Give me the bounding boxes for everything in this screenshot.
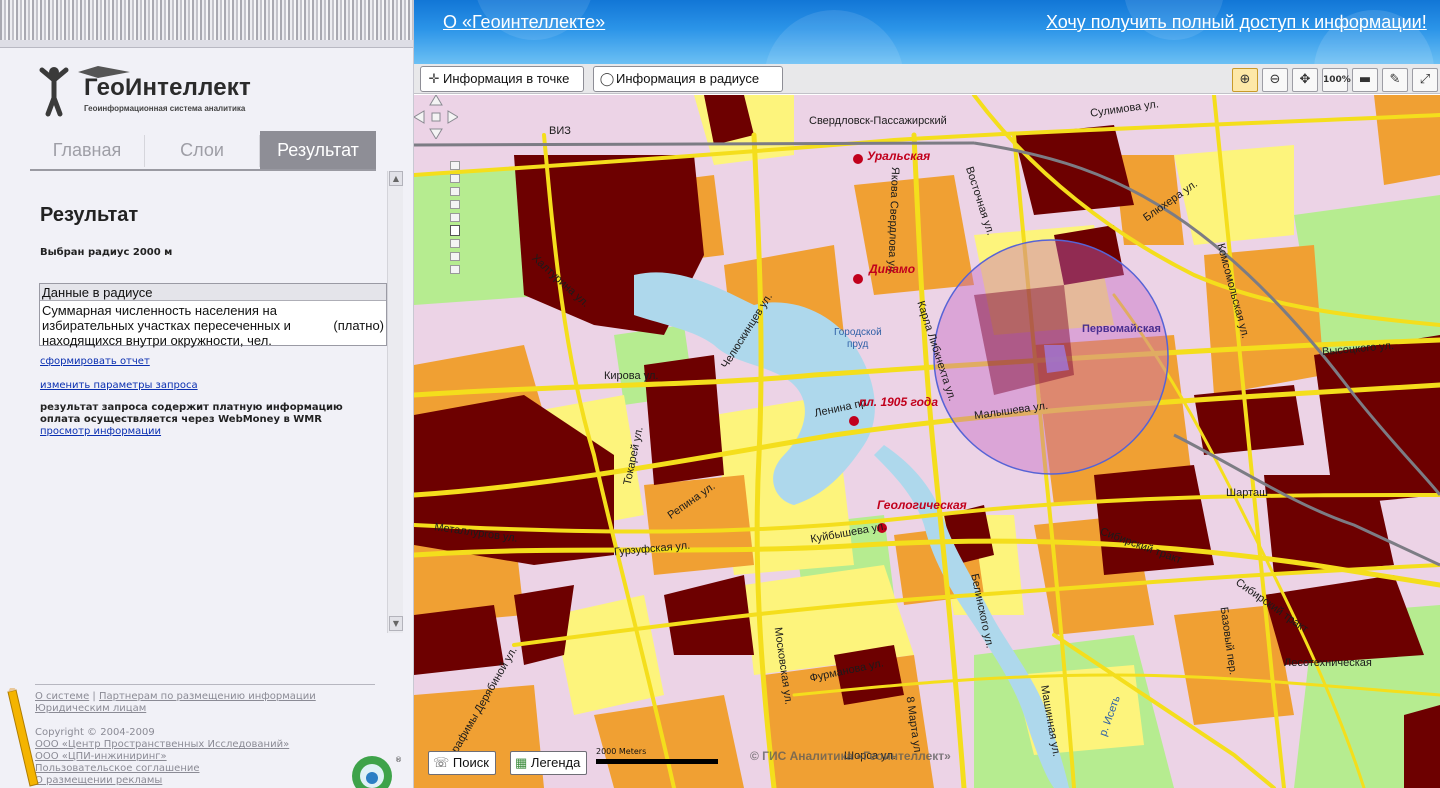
full-access-link[interactable]: Хочу получить полный доступ к информации… [1046,12,1427,33]
zoom-level[interactable] [450,200,460,209]
map-toolbar: ✛ Информация в точке ◯ Информация в радиус… [414,64,1440,94]
legend-button[interactable]: ▦ Легенда [510,751,588,775]
logo-figure-icon [39,67,69,117]
change-params-link[interactable]: изменить параметры запроса [40,380,198,391]
zoom-level[interactable] [450,252,460,261]
zoom-slider[interactable] [449,161,461,279]
point-info-label: Информация в точке [443,71,570,86]
logo-tagline: Геоинформационная система аналитика [84,104,246,113]
pan-left-icon[interactable] [414,110,425,124]
app-root: ГеоИнтеллект Геоинформационная система а… [0,0,1440,788]
pan-control[interactable] [414,95,458,139]
metro-geologicheskaya-icon [877,523,887,533]
legend-button-label: Легенда [530,755,581,770]
map-copyright: © ГИС Аналитика «Геоинтеллект» [750,749,951,763]
zoom-level[interactable] [450,239,460,248]
partners-link[interactable]: Партнерам по размещению информации [99,691,316,702]
paid-notice-line-1: результат запроса содержит платную инфор… [40,402,343,413]
pencil-decoration-icon [7,688,39,787]
zoom-in-icon[interactable]: ⊕ [1232,68,1258,92]
legal-entities-link[interactable]: Юридическим лицам [35,703,146,715]
org1-link[interactable]: ООО «Центр Пространственных Исследований… [35,739,289,751]
result-title: Результат [40,204,139,226]
view-info-link[interactable]: просмотр информации [40,426,161,437]
search-button-label: Поиск [452,755,489,770]
advertising-link[interactable]: О размещении рекламы [35,775,162,787]
tab-layers[interactable]: Слои [145,131,259,169]
ruler-icon[interactable]: ▬ [1352,68,1378,92]
radius-circle-icon: ◯ [599,71,615,86]
zoom-level[interactable] [450,174,460,183]
metro-uralskaya-icon [853,154,863,164]
footer-divider [35,684,375,685]
map-view[interactable]: ВИЗ Свердловск-Пассажирский Сулимова ул.… [414,95,1440,788]
copyright-text: Copyright © 2004-2009 [35,727,155,738]
zoom-minus-icon[interactable] [450,265,460,274]
pan-center-icon[interactable] [431,112,441,122]
metro-dinamo-icon [853,274,863,284]
top-header: О «Геоинтеллекте» Хочу получить полный д… [414,0,1440,64]
logo-name: ГеоИнтеллект [84,74,251,101]
left-panel: ГеоИнтеллект Геоинформационная система а… [0,0,414,788]
radius-info-label: Информация в радиусе [616,71,760,86]
crosshair-icon: ✛ [428,71,440,86]
pan-icon[interactable]: ✥ [1292,68,1318,92]
pan-down-icon[interactable] [429,128,443,139]
population-description: Суммарная численность населения на избир… [42,303,291,348]
zoom-level[interactable] [450,213,460,222]
zoom-out-icon[interactable]: ⊖ [1262,68,1288,92]
legend-icon: ▦ [515,755,528,770]
make-report-link[interactable]: сформировать отчет [40,356,150,367]
tab-home[interactable]: Главная [30,131,144,169]
zoom-plus-icon[interactable] [450,161,460,170]
zoom-100-icon[interactable]: 100% [1322,68,1351,92]
scale-label: 2000 Meters [596,747,647,756]
org2-link[interactable]: ООО «ЦПИ-инжиниринг» [35,751,167,763]
table-row[interactable]: Суммарная численность населения на избир… [40,301,386,350]
query-radius-circle[interactable] [933,239,1169,475]
map-canvas[interactable] [414,95,1440,788]
pan-up-icon[interactable] [429,95,443,106]
paid-notice-line-2: оплата осуществляется через WebMoney в W… [40,414,322,425]
phone-search-icon: ☏ [433,755,450,770]
tab-bar: Главная Слои Результат [30,131,376,171]
radius-data-header: Данные в радиусе [40,284,386,301]
scroll-down-icon[interactable]: ▼ [389,616,403,631]
selected-radius-text: Выбран радиус 2000 м [40,247,173,258]
zoom-level[interactable] [450,187,460,196]
pencil-icon[interactable]: ✎ [1382,68,1408,92]
point-info-button[interactable]: ✛ Информация в точке [420,66,584,92]
metro-ploshchad-icon [849,416,859,426]
population-value: (платно) [333,318,384,333]
globe-logo-icon: ® [352,756,402,788]
content-scrollbar[interactable]: ▲ ▼ [387,171,403,633]
footer-links-row: О системе | Партнерам по размещению инфо… [35,691,316,703]
search-button[interactable]: ☏ Поиск [428,751,496,775]
about-geointellect-link[interactable]: О «Геоинтеллекте» [443,12,605,33]
pan-right-icon[interactable] [447,110,458,124]
fullscreen-icon[interactable]: ⤢ [1412,68,1438,92]
user-agreement-link[interactable]: Пользовательское соглашение [35,763,200,775]
scale-bar [596,759,718,764]
scroll-up-icon[interactable]: ▲ [389,171,403,186]
svg-text:®: ® [395,756,402,764]
radius-data-table: Данные в радиусе Суммарная численность н… [39,283,387,348]
tab-result[interactable]: Результат [260,131,376,169]
notebook-spiral-base [0,40,413,48]
radius-info-button[interactable]: ◯ Информация в радиусе [593,66,783,92]
result-content: Результат Выбран радиус 2000 м Данные в … [30,171,387,633]
footer-separator: | [92,691,96,702]
zoom-level-current[interactable] [450,225,460,236]
